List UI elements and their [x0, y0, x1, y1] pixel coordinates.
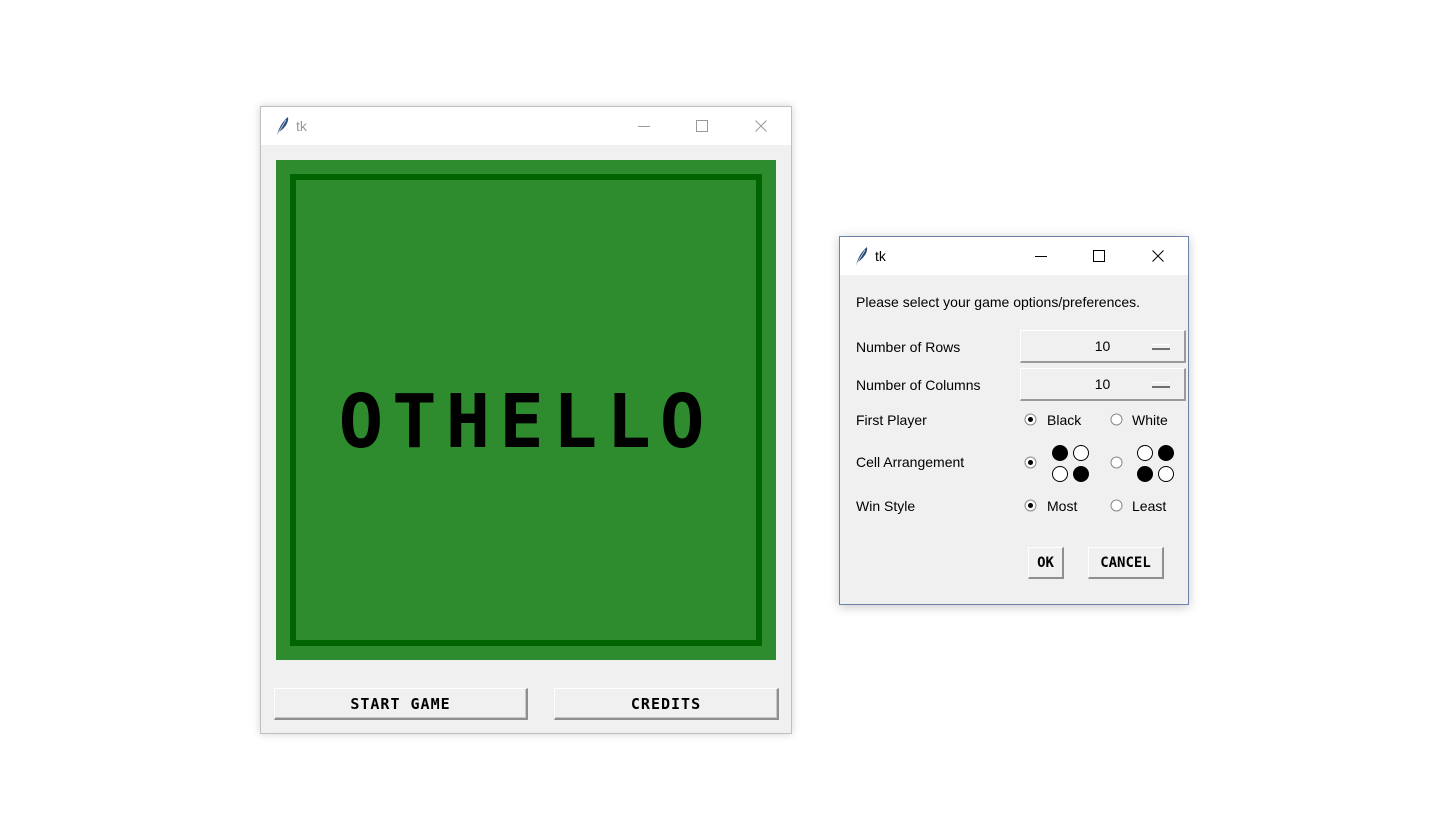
minimize-button[interactable] [621, 107, 667, 145]
black-stone-icon [1073, 466, 1089, 482]
radio-white[interactable] [1110, 413, 1123, 426]
radio-least-label[interactable]: Least [1132, 498, 1166, 514]
main-window: tk OTHELLO START GAME CREDITS [260, 106, 792, 734]
radio-icon [1110, 456, 1123, 469]
win-style-label: Win Style [856, 498, 916, 514]
start-game-button[interactable]: START GAME [274, 688, 528, 720]
radio-icon [1110, 413, 1123, 426]
options-titlebar[interactable]: tk [840, 237, 1188, 275]
feather-icon [852, 246, 870, 266]
maximize-icon [696, 120, 708, 132]
close-button[interactable] [738, 107, 784, 145]
minimize-icon [638, 126, 650, 127]
board-title: OTHELLO [338, 379, 714, 465]
board-border: OTHELLO [290, 174, 762, 646]
columns-select[interactable]: 10 [1020, 368, 1186, 401]
black-stone-icon [1158, 445, 1174, 461]
black-stone-icon [1052, 445, 1068, 461]
radio-least[interactable] [1110, 499, 1123, 512]
radio-icon [1024, 413, 1037, 426]
window-title: tk [875, 248, 886, 264]
white-stone-icon [1073, 445, 1089, 461]
radio-most-label[interactable]: Most [1047, 498, 1077, 514]
maximize-button[interactable] [679, 107, 725, 145]
white-stone-icon [1137, 445, 1153, 461]
rows-value: 10 [1094, 338, 1111, 354]
close-button[interactable] [1135, 237, 1181, 275]
white-stone-icon [1052, 466, 1068, 482]
radio-arrangement-2[interactable] [1110, 456, 1123, 469]
radio-icon [1110, 499, 1123, 512]
ok-button[interactable]: OK [1028, 547, 1064, 579]
cell-arrangement-label: Cell Arrangement [856, 454, 965, 470]
maximize-icon [1093, 250, 1105, 262]
options-window: tk Please select your game options/prefe… [839, 236, 1189, 605]
radio-white-label[interactable]: White [1132, 412, 1168, 428]
cancel-button[interactable]: CANCEL [1088, 547, 1164, 579]
close-icon [1152, 250, 1164, 262]
close-icon [755, 120, 767, 132]
window-title: tk [296, 118, 307, 134]
white-stone-icon [1158, 466, 1174, 482]
radio-most[interactable] [1024, 499, 1037, 512]
radio-black[interactable] [1024, 413, 1037, 426]
maximize-button[interactable] [1076, 237, 1122, 275]
columns-label: Number of Columns [856, 377, 981, 393]
credits-button[interactable]: CREDITS [554, 688, 779, 720]
feather-icon [273, 116, 291, 136]
dropdown-indicator-icon [1152, 382, 1170, 388]
minimize-icon [1035, 256, 1047, 257]
columns-value: 10 [1094, 376, 1111, 392]
radio-arrangement-1[interactable] [1024, 456, 1037, 469]
dropdown-indicator-icon [1152, 344, 1170, 350]
minimize-button[interactable] [1018, 237, 1064, 275]
first-player-label: First Player [856, 412, 927, 428]
board-canvas: OTHELLO [276, 160, 776, 660]
prompt-text: Please select your game options/preferen… [856, 294, 1141, 310]
rows-label: Number of Rows [856, 339, 961, 355]
black-stone-icon [1137, 466, 1153, 482]
rows-select[interactable]: 10 [1020, 330, 1186, 363]
radio-black-label[interactable]: Black [1047, 412, 1081, 428]
radio-icon [1024, 499, 1037, 512]
radio-icon [1024, 456, 1037, 469]
main-titlebar[interactable]: tk [261, 107, 791, 145]
